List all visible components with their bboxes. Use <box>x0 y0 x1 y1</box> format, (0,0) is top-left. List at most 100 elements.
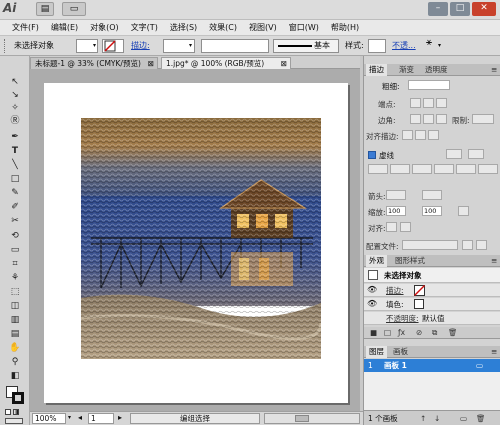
gap-1-input[interactable] <box>390 164 410 174</box>
flip-along-button[interactable] <box>462 240 473 250</box>
miter-join-button[interactable] <box>410 114 421 124</box>
projecting-cap-button[interactable] <box>436 98 447 108</box>
canvas-area[interactable] <box>30 69 360 411</box>
artboard[interactable] <box>44 83 348 403</box>
dash-3-input[interactable] <box>456 164 476 174</box>
lasso-tool-icon[interactable]: Ⓡ <box>7 115 23 127</box>
arrange-documents-button[interactable]: ▭ <box>62 2 86 16</box>
recolor-icon[interactable]: ⚹ <box>426 38 432 48</box>
variable-width-profile[interactable] <box>201 39 269 53</box>
stroke-none-icon[interactable] <box>414 285 425 296</box>
stroke-weight-input[interactable] <box>408 80 450 90</box>
arrow-tip-beyond-button[interactable] <box>386 222 397 232</box>
new-artboard-icon[interactable]: ▭ <box>460 414 467 423</box>
profile-select[interactable] <box>402 240 458 250</box>
stroke-label-link[interactable]: 描边: <box>131 41 150 51</box>
maximize-button[interactable]: □ <box>450 2 470 16</box>
appearance-opacity-link[interactable]: 不透明度: <box>386 314 419 323</box>
menu-file[interactable]: 文件(F) <box>6 20 45 35</box>
brush-definition[interactable]: 基本 <box>273 39 339 53</box>
arrow-end-select[interactable] <box>422 190 442 200</box>
slice-tool-icon[interactable]: ◧ <box>7 370 23 382</box>
appearance-stroke-row[interactable]: 👁 描边: <box>364 284 500 297</box>
menu-window[interactable]: 窗口(W) <box>283 20 325 35</box>
eye-icon[interactable]: 👁 <box>367 284 377 296</box>
gap-2-input[interactable] <box>434 164 454 174</box>
opacity-link[interactable]: 不透... <box>392 41 416 51</box>
align-inside-button[interactable] <box>415 130 426 140</box>
gradient-tool-icon[interactable]: ✋ <box>7 342 23 354</box>
close-button[interactable]: ✕ <box>472 2 496 16</box>
tab-artboards[interactable]: 画板 <box>390 346 411 358</box>
artboard-number-field[interactable]: 1 <box>88 413 114 424</box>
align-outside-button[interactable] <box>428 130 439 140</box>
round-join-button[interactable] <box>423 114 434 124</box>
artboard-row-selected[interactable]: 1 画板 1 ▭ <box>364 359 500 372</box>
placed-image[interactable] <box>81 118 321 359</box>
screen-mode-icon[interactable] <box>5 418 23 424</box>
tab-stroke[interactable]: 描边 <box>366 64 387 76</box>
scroll-thumb[interactable] <box>295 415 309 422</box>
appearance-opacity-row[interactable]: 不透明度: 默认值 <box>364 312 500 325</box>
menu-object[interactable]: 对象(O) <box>84 20 125 35</box>
gradient-mode-icon[interactable] <box>13 409 19 415</box>
symbol-sprayer-tool-icon[interactable]: ⚘ <box>7 272 23 284</box>
eraser-tool-icon[interactable]: ✂ <box>7 215 23 227</box>
close-icon[interactable]: ⊠ <box>148 58 154 69</box>
menu-select[interactable]: 选择(S) <box>164 20 203 35</box>
arrow-tip-at-end-button[interactable] <box>400 222 411 232</box>
fill-white-swatch[interactable] <box>414 299 424 309</box>
fill-swatch[interactable]: ▾ <box>76 39 98 53</box>
menu-view[interactable]: 视图(V) <box>243 20 283 35</box>
shape-builder-tool-icon[interactable]: ◫ <box>7 300 23 312</box>
flip-across-button[interactable] <box>476 240 487 250</box>
free-transform-tool-icon[interactable]: ⬚ <box>7 286 23 298</box>
zoom-field[interactable]: 100% <box>32 413 66 424</box>
pencil-tool-icon[interactable]: ✐ <box>7 201 23 213</box>
add-effect-icon[interactable]: ƒx <box>398 328 405 337</box>
tab-graphic-styles[interactable]: 图形样式 <box>392 255 428 267</box>
add-fill-icon[interactable]: □ <box>384 328 391 337</box>
arrow-start-select[interactable] <box>386 190 406 200</box>
panel-menu-icon[interactable]: ≡ <box>488 346 500 358</box>
tab-gradient[interactable]: 渐变 <box>396 64 417 76</box>
stroke-swatch[interactable] <box>102 39 124 53</box>
bridge-button[interactable]: ▤ <box>36 2 54 16</box>
graph-tool-icon[interactable]: ▥ <box>7 314 23 326</box>
pen-tool-icon[interactable]: ✒ <box>7 131 23 143</box>
align-center-button[interactable] <box>402 130 413 140</box>
current-tool-display[interactable]: 编组选择 <box>130 413 260 424</box>
line-tool-icon[interactable]: ╲ <box>7 159 23 171</box>
tab-layers[interactable]: 图层 <box>366 346 387 358</box>
type-tool-icon[interactable]: T <box>7 145 23 157</box>
close-icon[interactable]: ⊠ <box>281 58 287 69</box>
delete-artboard-icon[interactable]: 🗑 <box>476 414 486 423</box>
artboard-options-icon[interactable]: ▭ <box>476 361 483 370</box>
rectangle-tool-icon[interactable]: □ <box>7 173 23 185</box>
next-artboard-icon[interactable]: ▸ <box>118 413 122 422</box>
magic-wand-tool-icon[interactable]: ✧ <box>7 102 23 114</box>
rotate-tool-icon[interactable]: ⟲ <box>7 230 23 242</box>
gap-3-input[interactable] <box>478 164 498 174</box>
tab-transparency[interactable]: 透明度 <box>422 64 451 76</box>
stroke-weight-field[interactable]: ▾ <box>163 39 195 53</box>
tab-document-1jpg[interactable]: 1.jpg* @ 100% (RGB/预览) ⊠ <box>161 57 291 69</box>
arrow-end-scale[interactable]: 100 <box>422 206 442 216</box>
clear-appearance-icon[interactable]: ⊘ <box>416 328 422 337</box>
add-stroke-icon[interactable]: ■ <box>370 328 377 337</box>
arrow-start-scale[interactable]: 100 <box>386 206 406 216</box>
round-cap-button[interactable] <box>423 98 434 108</box>
menu-effect[interactable]: 效果(C) <box>203 20 243 35</box>
horizontal-scrollbar[interactable] <box>264 413 360 424</box>
delete-item-icon[interactable]: 🗑 <box>448 328 458 337</box>
paintbrush-tool-icon[interactable]: ✎ <box>7 187 23 199</box>
warp-tool-icon[interactable]: ⌗ <box>7 258 23 270</box>
align-dash-button[interactable] <box>468 149 484 159</box>
butt-cap-button[interactable] <box>410 98 421 108</box>
selection-tool-icon[interactable]: ↖ <box>7 76 23 88</box>
link-scale-icon[interactable] <box>458 206 469 216</box>
move-down-icon[interactable]: ↓ <box>434 414 440 423</box>
menu-edit[interactable]: 编辑(E) <box>45 20 84 35</box>
preserve-dash-button[interactable] <box>446 149 462 159</box>
bevel-join-button[interactable] <box>436 114 447 124</box>
